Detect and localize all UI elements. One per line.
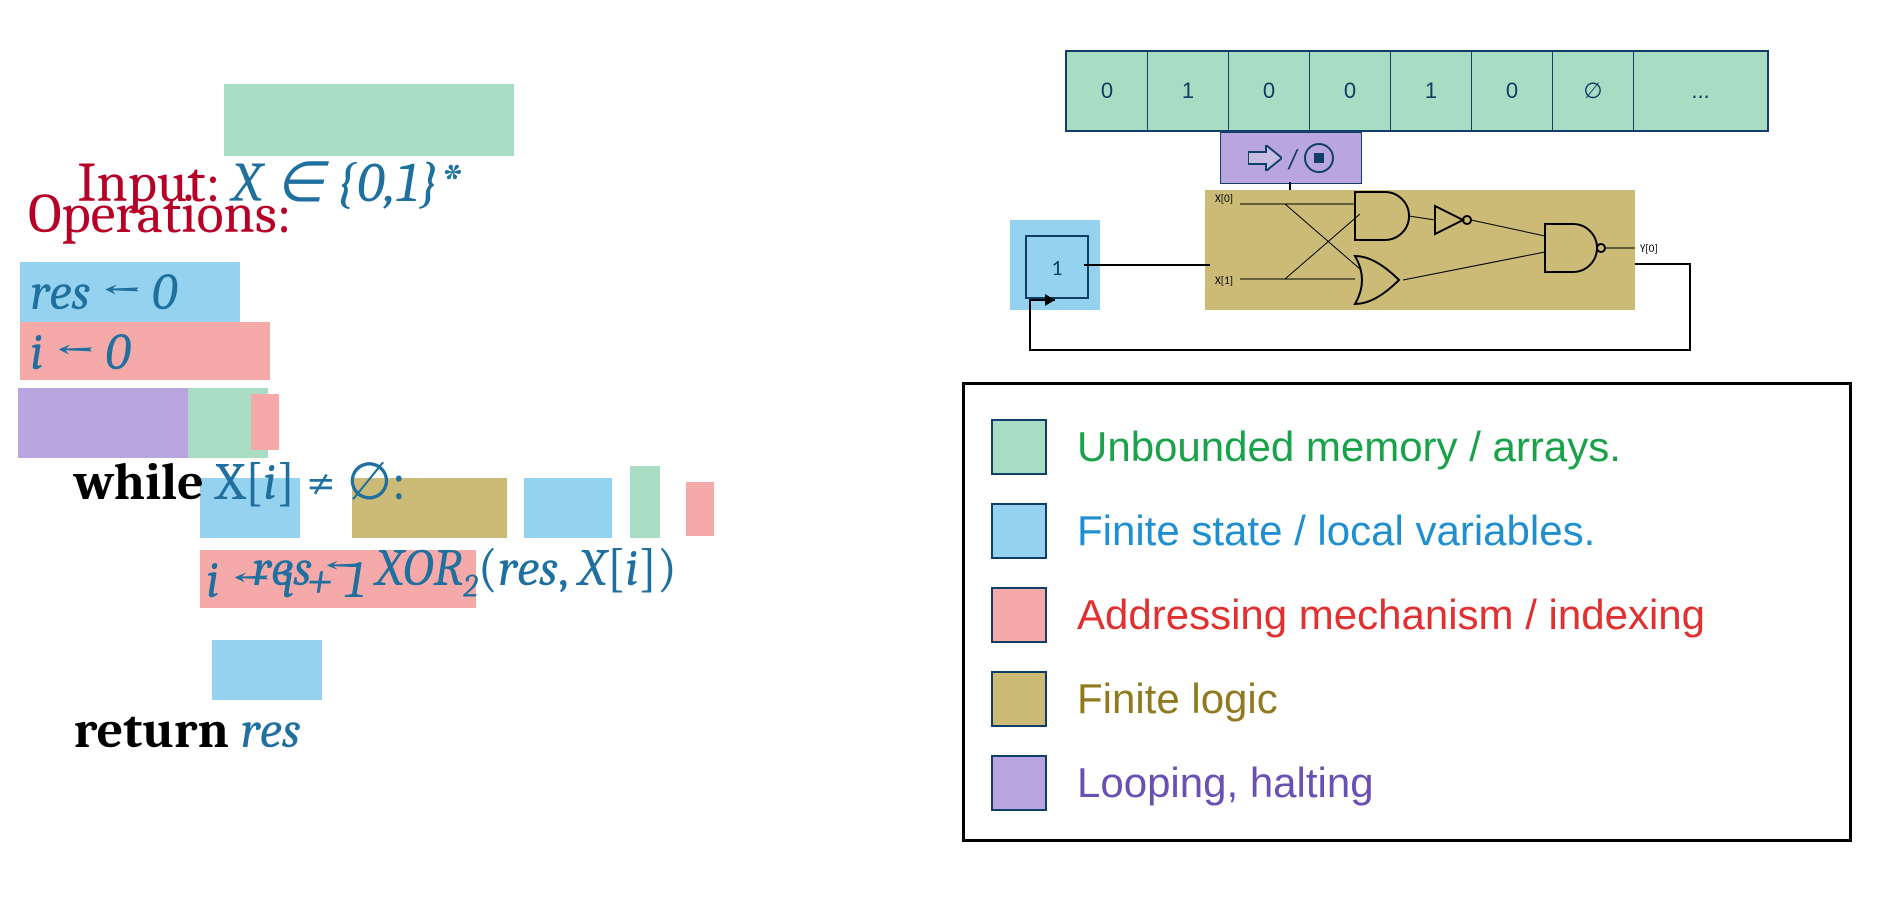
legend-label: Finite logic <box>1077 675 1278 723</box>
legend-label: Finite state / local variables. <box>1077 507 1595 555</box>
args-close: ) <box>657 538 677 598</box>
legend-label: Looping, halting <box>1077 759 1374 807</box>
line-i0: i ← 0 <box>30 322 131 382</box>
tape-cell: ∅ <box>1553 52 1634 130</box>
head-slash: / <box>1288 141 1299 176</box>
args-open: ( <box>478 538 498 598</box>
legend-item: Addressing mechanism / indexing <box>991 573 1823 657</box>
legend-label: Unbounded memory / arrays. <box>1077 423 1621 471</box>
tape-cell: 0 <box>1472 52 1553 130</box>
while-kw: while <box>74 452 204 512</box>
feedback-wire <box>1010 250 1710 370</box>
legend-label: Addressing mechanism / indexing <box>1077 591 1705 639</box>
legend-swatch-red <box>991 587 1047 643</box>
legend-box: Unbounded memory / arrays. Finite state … <box>962 382 1852 842</box>
legend-swatch-blue <box>991 503 1047 559</box>
return-line: return res <box>28 640 301 820</box>
legend-item: Finite logic <box>991 657 1823 741</box>
xor-fn: XOR <box>376 538 463 598</box>
return-val: res <box>240 700 300 760</box>
return-kw: return <box>74 700 229 760</box>
operations-label: Operations: <box>28 182 291 246</box>
arg-i: i <box>625 538 639 598</box>
tape-cell: 0 <box>1067 52 1148 130</box>
tape-cell: 1 <box>1148 52 1229 130</box>
legend-item: Looping, halting <box>991 741 1823 825</box>
tape-cell: ... <box>1634 52 1767 130</box>
xor-sub: 2 <box>463 567 478 604</box>
arg-br-open: [ <box>607 538 625 598</box>
tape-cell: 0 <box>1229 52 1310 130</box>
tape-cell: 1 <box>1391 52 1472 130</box>
arg-X: X <box>579 538 607 598</box>
arg-br-close: ] <box>639 538 657 598</box>
legend-item: Finite state / local variables. <box>991 489 1823 573</box>
line-res0: res ← 0 <box>30 262 177 322</box>
tape-cell: 0 <box>1310 52 1391 130</box>
hl-i-arg-red <box>686 482 714 536</box>
head-box: / <box>1220 132 1362 184</box>
legend-swatch-purple <box>991 755 1047 811</box>
right-arrow-icon <box>1248 145 1282 171</box>
legend-swatch-green <box>991 419 1047 475</box>
arg-res: res <box>498 538 558 598</box>
legend-swatch-yellow <box>991 671 1047 727</box>
halt-icon <box>1304 143 1334 173</box>
line-inc: i ← i + 1 <box>206 550 365 610</box>
circuit-in0: X[0] <box>1215 192 1233 205</box>
args-comma: , <box>558 538 579 598</box>
tape: 0 1 0 0 1 0 ∅ ... <box>1065 50 1769 132</box>
legend-item: Unbounded memory / arrays. <box>991 405 1823 489</box>
